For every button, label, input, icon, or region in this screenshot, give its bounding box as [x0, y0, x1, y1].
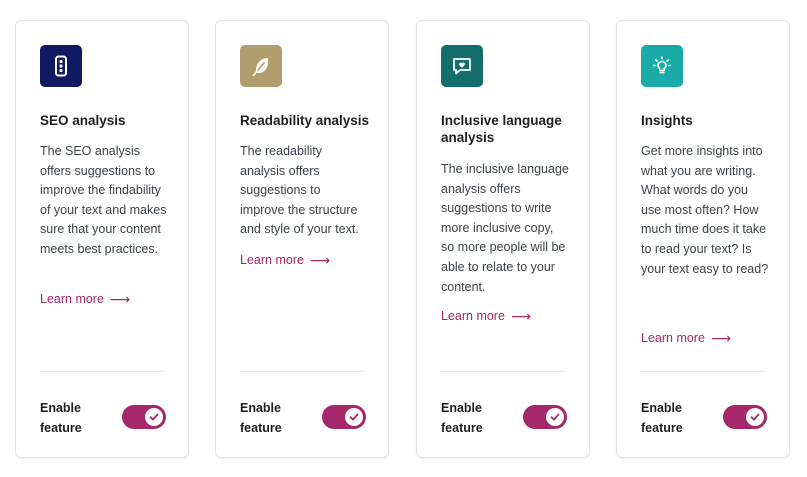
enable-feature-label: Enable feature — [641, 401, 683, 435]
learn-more-link[interactable]: Learn more ⟶ — [441, 309, 531, 323]
divider — [641, 371, 765, 372]
enable-feature-label: Enable feature — [40, 401, 82, 435]
enable-feature-toggle[interactable] — [122, 405, 166, 429]
toggle-knob — [345, 408, 363, 426]
toggle-knob — [546, 408, 564, 426]
card-title: Inclusive language analysis — [441, 113, 562, 145]
learn-more-link[interactable]: Learn more ⟶ — [240, 253, 330, 267]
learn-more-link[interactable]: Learn more ⟶ — [641, 331, 731, 345]
divider — [40, 371, 164, 372]
feature-cards: SEO analysis The SEO analysis offers sug… — [0, 0, 807, 477]
card-description: Get more insights into what you are writ… — [641, 144, 769, 276]
divider — [240, 371, 364, 372]
checkmark-icon — [149, 413, 159, 421]
learn-more-label: Learn more — [40, 292, 104, 306]
arrow-right-icon: ⟶ — [710, 330, 732, 346]
enable-feature-label: Enable feature — [441, 401, 483, 435]
toggle-knob — [145, 408, 163, 426]
insights-card: Insights Get more insights into what you… — [616, 20, 790, 458]
enable-feature-label: Enable feature — [240, 401, 282, 435]
lightbulb-icon — [641, 45, 683, 87]
enable-feature-toggle[interactable] — [723, 405, 767, 429]
learn-more-label: Learn more — [441, 309, 505, 323]
feather-icon — [240, 45, 282, 87]
readability-analysis-card: Readability analysis The readability ana… — [215, 20, 389, 458]
card-title: Insights — [641, 113, 693, 128]
chat-heart-icon — [441, 45, 483, 87]
arrow-right-icon: ⟶ — [510, 308, 532, 324]
inclusive-language-analysis-card: Inclusive language analysis The inclusiv… — [416, 20, 590, 458]
learn-more-link[interactable]: Learn more ⟶ — [40, 292, 130, 306]
divider — [441, 371, 565, 372]
card-title: Readability analysis — [240, 113, 370, 128]
enable-feature-toggle[interactable] — [523, 405, 567, 429]
traffic-light-icon — [40, 45, 82, 87]
learn-more-label: Learn more — [240, 253, 304, 267]
arrow-right-icon: ⟶ — [309, 252, 331, 268]
card-description: The readability analysis offers suggesti… — [240, 144, 359, 237]
checkmark-icon — [750, 413, 760, 421]
enable-feature-toggle[interactable] — [322, 405, 366, 429]
arrow-right-icon: ⟶ — [109, 291, 131, 307]
checkmark-icon — [349, 413, 359, 421]
checkmark-icon — [550, 413, 560, 421]
card-title: SEO analysis — [40, 113, 126, 128]
toggle-knob — [746, 408, 764, 426]
learn-more-label: Learn more — [641, 331, 705, 345]
seo-analysis-card: SEO analysis The SEO analysis offers sug… — [15, 20, 189, 458]
card-description: The SEO analysis offers suggestions to i… — [40, 144, 167, 256]
card-description: The inclusive language analysis offers s… — [441, 162, 569, 294]
